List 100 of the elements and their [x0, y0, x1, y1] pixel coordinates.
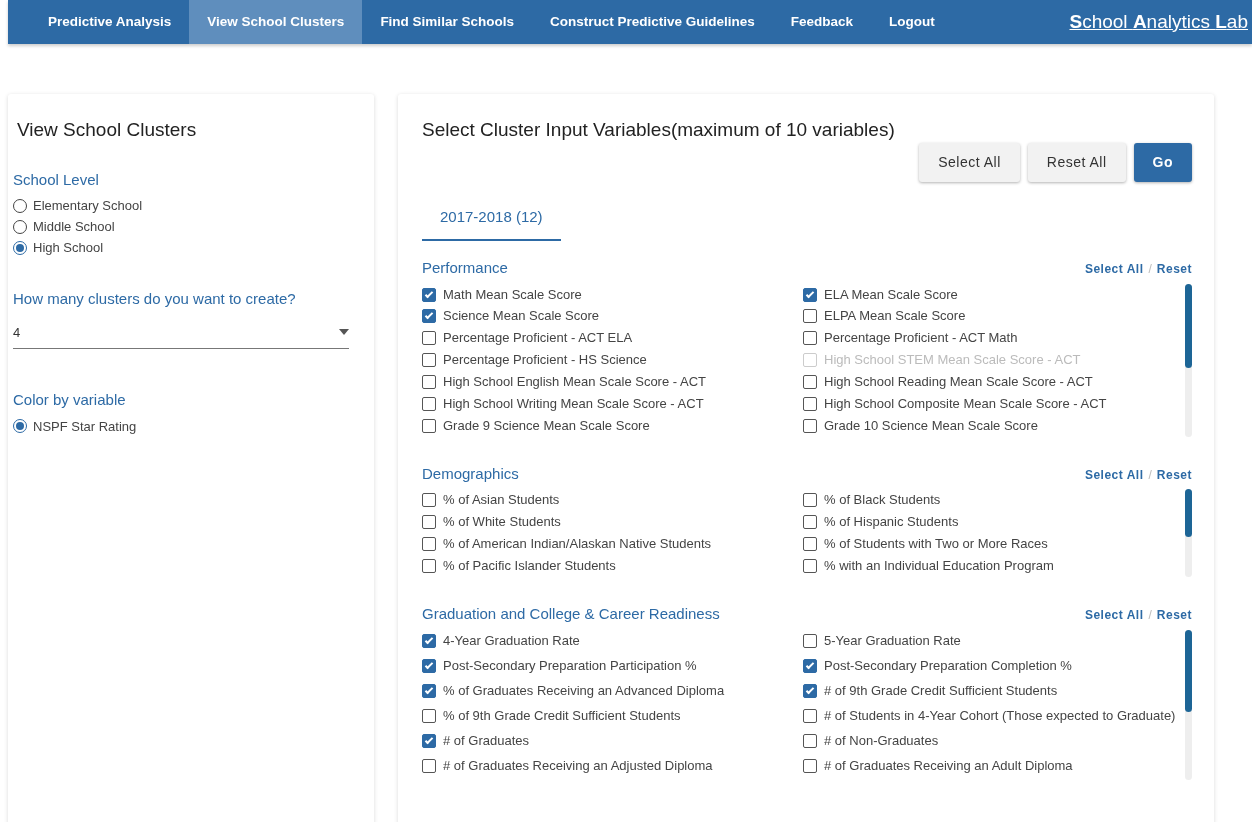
select-all-link[interactable]: Select All	[1084, 260, 1144, 278]
checkbox-label: Post-Secondary Preparation Participation %	[443, 656, 697, 675]
checkbox-label: # of Students in 4-Year Cohort (Those expected to Graduate)	[824, 706, 1176, 725]
checkbox-label: Grade 9 Science Mean Scale Score	[443, 416, 650, 435]
nav-tab[interactable]: Find Similar Schools	[362, 0, 532, 44]
action-button[interactable]: Select All	[919, 142, 1020, 182]
checkbox-label: % of Graduates Receiving an Advanced Diploma	[443, 681, 725, 700]
action-button[interactable]: Go	[1133, 142, 1192, 182]
nav-tab[interactable]: Predictive Analysis	[30, 0, 190, 44]
checkbox[interactable]	[422, 493, 436, 507]
caret-icon	[339, 329, 349, 336]
checkbox-label: # of 9th Grade Credit Sufficient Students	[824, 681, 1058, 700]
cluster-count-select[interactable]: 4	[13, 318, 349, 349]
checkbox[interactable]	[422, 396, 436, 411]
checkbox-label: ELPA Mean Scale Score	[824, 307, 966, 326]
checkbox[interactable]	[803, 309, 817, 324]
checkbox-label: High School English Mean Scale Score - ACT	[443, 372, 706, 391]
checkbox-label: High School Composite Mean Scale Score - ACT	[824, 394, 1107, 413]
radio-label: Middle School	[33, 218, 115, 236]
checkbox-label: % of Hispanic Students	[824, 513, 959, 531]
checkbox-label: % of Students with Two or More Races	[824, 535, 1048, 553]
checkbox-label: ELA Mean Scale Score	[824, 285, 958, 304]
section-title: Demographics	[422, 463, 519, 484]
group-label: Color by variable	[13, 390, 127, 410]
checkbox[interactable]	[422, 353, 436, 368]
select-all-link[interactable]: Select All	[1084, 606, 1144, 624]
checkbox[interactable]	[422, 633, 436, 648]
checkbox[interactable]	[803, 331, 817, 346]
checkbox[interactable]	[803, 758, 817, 773]
checkbox-label: % of Asian Students	[443, 491, 560, 509]
checkbox-label: High School Writing Mean Scale Score - ACT	[443, 394, 704, 413]
nav-tab[interactable]: Logout	[871, 0, 953, 44]
checkbox-label: High School Reading Mean Scale Score - ACT	[824, 372, 1093, 391]
radio-label: High School	[33, 239, 104, 257]
scrollbar[interactable]	[1185, 283, 1192, 437]
nav-tab[interactable]: Construct Predictive Guidelines	[531, 0, 773, 44]
sidebar-title: View School Clusters	[16, 118, 198, 142]
reset-link[interactable]: Reset	[1156, 465, 1192, 484]
checkbox[interactable]	[803, 559, 817, 573]
checkbox-label: % of 9th Grade Credit Sufficient Students	[443, 706, 681, 725]
brand-logo-link[interactable]: School Analytics Lab	[1069, 0, 1252, 44]
checkbox[interactable]	[803, 708, 817, 723]
checkbox-label: Math Mean Scale Score	[443, 285, 582, 304]
checkbox[interactable]	[422, 758, 436, 773]
separator: /	[1148, 261, 1152, 278]
nav-tab[interactable]: Feedback	[772, 0, 871, 44]
checkbox[interactable]	[803, 374, 817, 389]
main-title: Select Cluster Input Variables(maximum of 10 variables)	[422, 118, 896, 142]
checkbox-label: % of American Indian/Alaskan Native Students	[443, 535, 712, 553]
checkbox-label: Percentage Proficient - HS Science	[443, 351, 647, 370]
reset-link[interactable]: Reset	[1156, 606, 1192, 624]
checkbox[interactable]	[422, 559, 436, 573]
group-label: School Level	[13, 169, 100, 190]
checkbox[interactable]	[422, 374, 436, 389]
checkbox[interactable]	[803, 633, 817, 648]
checkbox[interactable]	[803, 287, 817, 302]
checkbox[interactable]	[422, 537, 436, 551]
checkbox[interactable]	[422, 287, 436, 302]
checkbox-label: % of White Students	[443, 513, 561, 531]
separator: /	[1148, 607, 1152, 624]
checkbox-label: Post-Secondary Preparation Completion %	[824, 656, 1072, 675]
separator: /	[1148, 466, 1152, 484]
scrollbar[interactable]	[1185, 489, 1192, 577]
checkbox[interactable]	[422, 708, 436, 723]
checkbox[interactable]	[803, 515, 817, 529]
section-title: Performance	[422, 258, 508, 278]
checkbox[interactable]	[422, 515, 436, 529]
section-title: Graduation and College & Career Readiness	[422, 604, 720, 624]
radio-label: Elementary School	[33, 197, 143, 215]
checkbox[interactable]	[803, 683, 817, 698]
radio-label: NSPF Star Rating	[33, 417, 137, 436]
checkbox-label: # of Graduates	[443, 731, 529, 750]
checkbox-label: Science Mean Scale Score	[443, 307, 600, 326]
checkbox[interactable]	[422, 418, 436, 433]
checkbox[interactable]	[422, 733, 436, 748]
checkbox-label: # of Graduates Receiving an Adult Diploma	[824, 756, 1073, 775]
checkbox[interactable]	[803, 537, 817, 551]
year-tab[interactable]: 2017-2018 (12)	[422, 197, 561, 241]
checkbox-label: Percentage Proficient - ACT Math	[824, 329, 1018, 348]
checkbox[interactable]	[803, 733, 817, 748]
checkbox[interactable]	[803, 396, 817, 411]
checkbox[interactable]	[422, 658, 436, 673]
checkbox[interactable]	[422, 683, 436, 698]
checkbox-label: 5-Year Graduation Rate	[824, 631, 961, 650]
checkbox[interactable]	[803, 493, 817, 507]
nav-tab[interactable]: View School Clusters	[189, 0, 363, 44]
checkbox[interactable]	[803, 658, 817, 673]
checkbox-label: Grade 10 Science Mean Scale Score	[824, 416, 1038, 435]
checkbox[interactable]	[422, 309, 436, 324]
checkbox-label: Percentage Proficient - ACT ELA	[443, 329, 633, 348]
checkbox-label: % of Black Students	[824, 491, 941, 509]
reset-link[interactable]: Reset	[1156, 260, 1192, 278]
checkbox[interactable]	[803, 418, 817, 433]
action-button[interactable]: Reset All	[1027, 142, 1126, 182]
checkbox-label: # of Non-Graduates	[824, 731, 939, 750]
scrollbar[interactable]	[1185, 629, 1192, 780]
checkbox[interactable]	[422, 331, 436, 346]
select-all-link[interactable]: Select All	[1084, 465, 1144, 484]
checkbox-label: % with an Individual Education Program	[824, 557, 1054, 575]
checkbox-label: High School STEM Mean Scale Score - ACT	[824, 351, 1081, 370]
